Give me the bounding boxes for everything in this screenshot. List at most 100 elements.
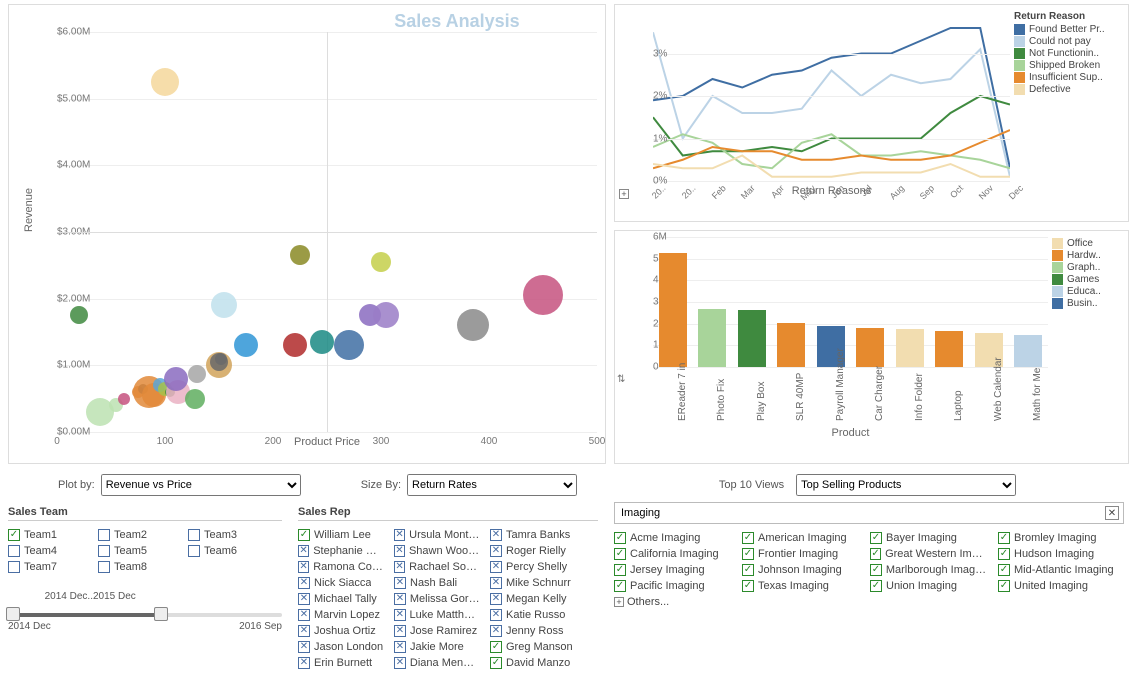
rep-checkbox[interactable]: ✕Diana Mendez bbox=[394, 657, 480, 669]
size-by-select[interactable]: Return Rates bbox=[407, 474, 577, 496]
bar[interactable] bbox=[1014, 335, 1042, 368]
rep-checkbox[interactable]: ✕Luke Matthews bbox=[394, 609, 480, 621]
company-checkbox[interactable]: ✓Bromley Imaging bbox=[998, 532, 1116, 544]
bar[interactable] bbox=[659, 253, 687, 367]
company-checkbox[interactable]: ✓Marlborough Imaging bbox=[870, 564, 988, 576]
scatter-xlabel: Product Price bbox=[57, 436, 597, 448]
rep-checkbox[interactable]: ✕Melissa Gorga bbox=[394, 593, 480, 605]
rep-checkbox[interactable]: ✕Michael Tally bbox=[298, 593, 384, 605]
team-checkbox[interactable]: Team4 bbox=[8, 545, 94, 557]
rep-checkbox[interactable]: ✕Megan Kelly bbox=[490, 593, 576, 605]
scatter-point[interactable] bbox=[215, 353, 227, 365]
rep-checkbox[interactable]: ✕Nick Siacca bbox=[298, 577, 384, 589]
rep-checkbox[interactable]: ✕Shawn Woodley bbox=[394, 545, 480, 557]
rep-checkbox[interactable]: ✕Erin Burnett bbox=[298, 657, 384, 669]
team-checkbox[interactable]: ✓Team1 bbox=[8, 529, 94, 541]
rep-checkbox[interactable]: ✕Mike Schnurr bbox=[490, 577, 576, 589]
scatter-plot[interactable]: Revenue $0.00M$1.00M$2.00M$3.00M$4.00M$5… bbox=[57, 32, 597, 432]
team-checkbox[interactable]: Team7 bbox=[8, 561, 94, 573]
rep-checkbox[interactable]: ✓David Manzo bbox=[490, 657, 576, 669]
bar[interactable] bbox=[738, 310, 766, 367]
team-checkbox[interactable]: Team5 bbox=[98, 545, 184, 557]
scatter-point[interactable] bbox=[185, 389, 205, 409]
sales-team-header: Sales Team bbox=[8, 506, 282, 518]
others-row[interactable]: + Others... bbox=[614, 596, 1119, 608]
team-checkbox[interactable]: Team3 bbox=[188, 529, 274, 541]
bar[interactable] bbox=[698, 309, 726, 368]
rep-checkbox[interactable]: ✕Jenny Ross bbox=[490, 625, 576, 637]
company-search[interactable]: ✕ bbox=[614, 502, 1124, 524]
company-checkbox[interactable]: ✓Acme Imaging bbox=[614, 532, 732, 544]
size-by-label: Size By: bbox=[361, 479, 401, 491]
rep-checkbox[interactable]: ✕Rachael Sontag bbox=[394, 561, 480, 573]
scatter-point[interactable] bbox=[188, 365, 206, 383]
sales-team-list: ✓Team1 Team2 Team3 Team4 Team5 Team6 Team7 Team… bbox=[8, 527, 282, 575]
topprod-chart[interactable]: 01M2M3M4M5M6M bbox=[653, 237, 1048, 367]
rep-checkbox[interactable]: ✕Ursula Monteiro bbox=[394, 529, 480, 541]
scatter-point[interactable] bbox=[290, 245, 310, 265]
scatter-point[interactable] bbox=[164, 367, 188, 391]
bar[interactable] bbox=[896, 329, 924, 367]
scatter-point[interactable] bbox=[373, 302, 399, 328]
expand-icon[interactable]: + bbox=[619, 189, 629, 199]
plot-by-label: Plot by: bbox=[58, 479, 95, 491]
rep-checkbox[interactable]: ✕Tamra Banks bbox=[490, 529, 576, 541]
company-checkbox[interactable]: ✓United Imaging bbox=[998, 580, 1116, 592]
sort-icon[interactable]: ⇅ bbox=[617, 374, 625, 385]
company-checkbox[interactable]: ✓Johnson Imaging bbox=[742, 564, 860, 576]
company-search-input[interactable] bbox=[619, 506, 1105, 520]
rep-checkbox[interactable]: ✕Stephanie Oran bbox=[298, 545, 384, 557]
top10-select[interactable]: Top Selling Products bbox=[796, 474, 1016, 496]
rep-checkbox[interactable]: ✕Joshua Ortiz bbox=[298, 625, 384, 637]
scatter-point[interactable] bbox=[151, 68, 179, 96]
clear-icon[interactable]: ✕ bbox=[1105, 506, 1119, 520]
company-checkbox[interactable]: ✓Jersey Imaging bbox=[614, 564, 732, 576]
returns-chart[interactable]: 0%1%2%3%20..20..FebMarAprMayJunJulAugSep… bbox=[653, 11, 1010, 181]
bar[interactable] bbox=[935, 331, 963, 367]
rep-checkbox[interactable]: ✕Roger Rielly bbox=[490, 545, 576, 557]
team-checkbox[interactable]: Team8 bbox=[98, 561, 184, 573]
scatter-panel: Sales Analysis Revenue $0.00M$1.00M$2.00… bbox=[8, 4, 606, 464]
rep-checkbox[interactable]: ✕Marvin Lopez bbox=[298, 609, 384, 621]
company-checkbox[interactable]: ✓Union Imaging bbox=[870, 580, 988, 592]
slider-range-label: 2014 Dec..2015 Dec bbox=[45, 591, 136, 602]
scatter-point[interactable] bbox=[211, 292, 237, 318]
company-checkbox[interactable]: ✓Pacific Imaging bbox=[614, 580, 732, 592]
scatter-point[interactable] bbox=[70, 306, 88, 324]
rep-checkbox[interactable]: ✕Jose Ramirez bbox=[394, 625, 480, 637]
company-checkbox[interactable]: ✓Texas Imaging bbox=[742, 580, 860, 592]
company-checkbox[interactable]: ✓Mid-Atlantic Imaging bbox=[998, 564, 1116, 576]
rep-checkbox[interactable]: ✕Nash Bali bbox=[394, 577, 480, 589]
company-checkbox[interactable]: ✓Hudson Imaging bbox=[998, 548, 1116, 560]
scatter-ylabel: Revenue bbox=[23, 188, 35, 232]
rep-checkbox[interactable]: ✕Ramona Coope bbox=[298, 561, 384, 573]
scatter-point[interactable] bbox=[457, 309, 489, 341]
plot-by-select[interactable]: Revenue vs Price bbox=[101, 474, 301, 496]
team-checkbox[interactable]: Team2 bbox=[98, 529, 184, 541]
time-slider[interactable]: 2014 Dec..2015 Dec 2014 Dec 2016 Sep bbox=[8, 591, 282, 631]
scatter-point[interactable] bbox=[371, 252, 391, 272]
company-checkbox[interactable]: ✓California Imaging bbox=[614, 548, 732, 560]
scatter-point[interactable] bbox=[310, 330, 334, 354]
scatter-point[interactable] bbox=[334, 330, 364, 360]
rep-checkbox[interactable]: ✕Jakie More bbox=[394, 641, 480, 653]
company-checkbox[interactable]: ✓Great Western Imaging bbox=[870, 548, 988, 560]
team-checkbox[interactable]: Team6 bbox=[188, 545, 274, 557]
scatter-point[interactable] bbox=[118, 393, 130, 405]
scatter-point[interactable] bbox=[283, 333, 307, 357]
bar[interactable] bbox=[856, 328, 884, 367]
company-checkbox[interactable]: ✓Bayer Imaging bbox=[870, 532, 988, 544]
slider-left-label: 2014 Dec bbox=[8, 621, 51, 632]
bar[interactable] bbox=[777, 323, 805, 367]
company-checkbox[interactable]: ✓Frontier Imaging bbox=[742, 548, 860, 560]
scatter-point[interactable] bbox=[234, 333, 258, 357]
rep-checkbox[interactable]: ✕Percy Shelly bbox=[490, 561, 576, 573]
returns-legend: Return ReasonFound Better Pr..Could not … bbox=[1014, 11, 1122, 96]
rep-checkbox[interactable]: ✓Greg Manson bbox=[490, 641, 576, 653]
controls-row: Plot by: Revenue vs Price Size By: Retur… bbox=[8, 464, 1129, 502]
company-checkbox[interactable]: ✓American Imaging bbox=[742, 532, 860, 544]
rep-checkbox[interactable]: ✕Katie Russo bbox=[490, 609, 576, 621]
rep-checkbox[interactable]: ✕Jason London bbox=[298, 641, 384, 653]
rep-checkbox[interactable]: ✓William Lee bbox=[298, 529, 384, 541]
scatter-point[interactable] bbox=[523, 275, 563, 315]
